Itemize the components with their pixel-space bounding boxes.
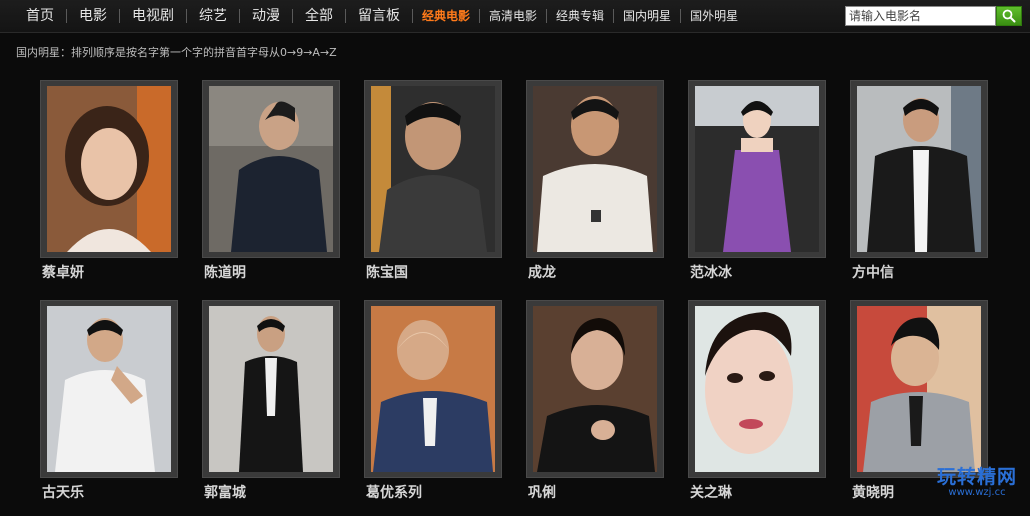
star-card: 陈道明 xyxy=(202,80,342,282)
star-name[interactable]: 葛优系列 xyxy=(364,482,504,502)
main-nav: 首页 电影 电视剧 综艺 动漫 全部 留言板 经典电影 高清电影 经典专辑 国内… xyxy=(14,0,747,32)
nav-tv-series[interactable]: 电视剧 xyxy=(120,0,186,32)
star-card: 方中信 xyxy=(850,80,990,282)
star-photo xyxy=(371,306,495,472)
star-photo xyxy=(209,306,333,472)
sort-hint-text: 国内明星：排列顺序是按名字第一个字的拼音首字母从0→9→A→Z xyxy=(16,46,337,59)
nav-domestic-stars[interactable]: 国内明星 xyxy=(614,0,680,32)
star-photo xyxy=(47,306,171,472)
nav-anime[interactable]: 动漫 xyxy=(240,0,292,32)
star-photo-link[interactable] xyxy=(202,300,340,478)
star-card: 关之琳 xyxy=(688,300,828,502)
search-box xyxy=(845,6,1022,26)
star-photo-link[interactable] xyxy=(364,300,502,478)
star-card: 郭富城 xyxy=(202,300,342,502)
site-watermark: 玩转精网 www.wzj.cc xyxy=(928,462,1026,498)
star-photo-link[interactable] xyxy=(40,300,178,478)
star-photo-link[interactable] xyxy=(526,80,664,258)
star-photo-link[interactable] xyxy=(364,80,502,258)
star-card: 成龙 xyxy=(526,80,666,282)
nav-home[interactable]: 首页 xyxy=(14,0,66,32)
star-photo xyxy=(857,86,981,252)
search-icon xyxy=(1002,9,1016,23)
star-name[interactable]: 关之琳 xyxy=(688,482,828,502)
nav-variety[interactable]: 综艺 xyxy=(187,0,239,32)
search-button[interactable] xyxy=(996,6,1022,26)
star-name[interactable]: 巩俐 xyxy=(526,482,666,502)
nav-guestbook[interactable]: 留言板 xyxy=(346,0,412,32)
nav-all[interactable]: 全部 xyxy=(293,0,345,32)
star-photo-link[interactable] xyxy=(850,80,988,258)
nav-hd-movies[interactable]: 高清电影 xyxy=(480,0,546,32)
nav-foreign-stars[interactable]: 国外明星 xyxy=(681,0,747,32)
star-photo xyxy=(209,86,333,252)
star-name[interactable]: 郭富城 xyxy=(202,482,342,502)
star-photo-link[interactable] xyxy=(688,80,826,258)
star-photo xyxy=(371,86,495,252)
star-photo-link[interactable] xyxy=(202,80,340,258)
star-card: 葛优系列 xyxy=(364,300,504,502)
star-photo xyxy=(533,306,657,472)
star-name[interactable]: 蔡卓妍 xyxy=(40,262,180,282)
star-photo xyxy=(533,86,657,252)
star-photo-link[interactable] xyxy=(526,300,664,478)
star-photo xyxy=(695,86,819,252)
star-card: 蔡卓妍 xyxy=(40,80,180,282)
nav-movies[interactable]: 电影 xyxy=(67,0,119,32)
nav-classic-albums[interactable]: 经典专辑 xyxy=(547,0,613,32)
watermark-title: 玩转精网 xyxy=(936,466,1017,488)
nav-classic-movies[interactable]: 经典电影 xyxy=(413,0,479,32)
star-name[interactable]: 陈宝国 xyxy=(364,262,504,282)
search-input[interactable] xyxy=(845,6,996,26)
star-photo-link[interactable] xyxy=(688,300,826,478)
star-photo xyxy=(857,306,981,472)
star-name[interactable]: 方中信 xyxy=(850,262,990,282)
star-name[interactable]: 陈道明 xyxy=(202,262,342,282)
star-card: 古天乐 xyxy=(40,300,180,502)
star-card: 巩俐 xyxy=(526,300,666,502)
top-navigation-bar: 首页 电影 电视剧 综艺 动漫 全部 留言板 经典电影 高清电影 经典专辑 国内… xyxy=(0,0,1030,33)
star-name[interactable]: 古天乐 xyxy=(40,482,180,502)
star-name[interactable]: 范冰冰 xyxy=(688,262,828,282)
star-photo-link[interactable] xyxy=(850,300,988,478)
star-name[interactable]: 成龙 xyxy=(526,262,666,282)
star-photo-link[interactable] xyxy=(40,80,178,258)
star-card: 陈宝国 xyxy=(364,80,504,282)
star-card: 范冰冰 xyxy=(688,80,828,282)
star-photo xyxy=(695,306,819,472)
star-photo xyxy=(47,86,171,252)
